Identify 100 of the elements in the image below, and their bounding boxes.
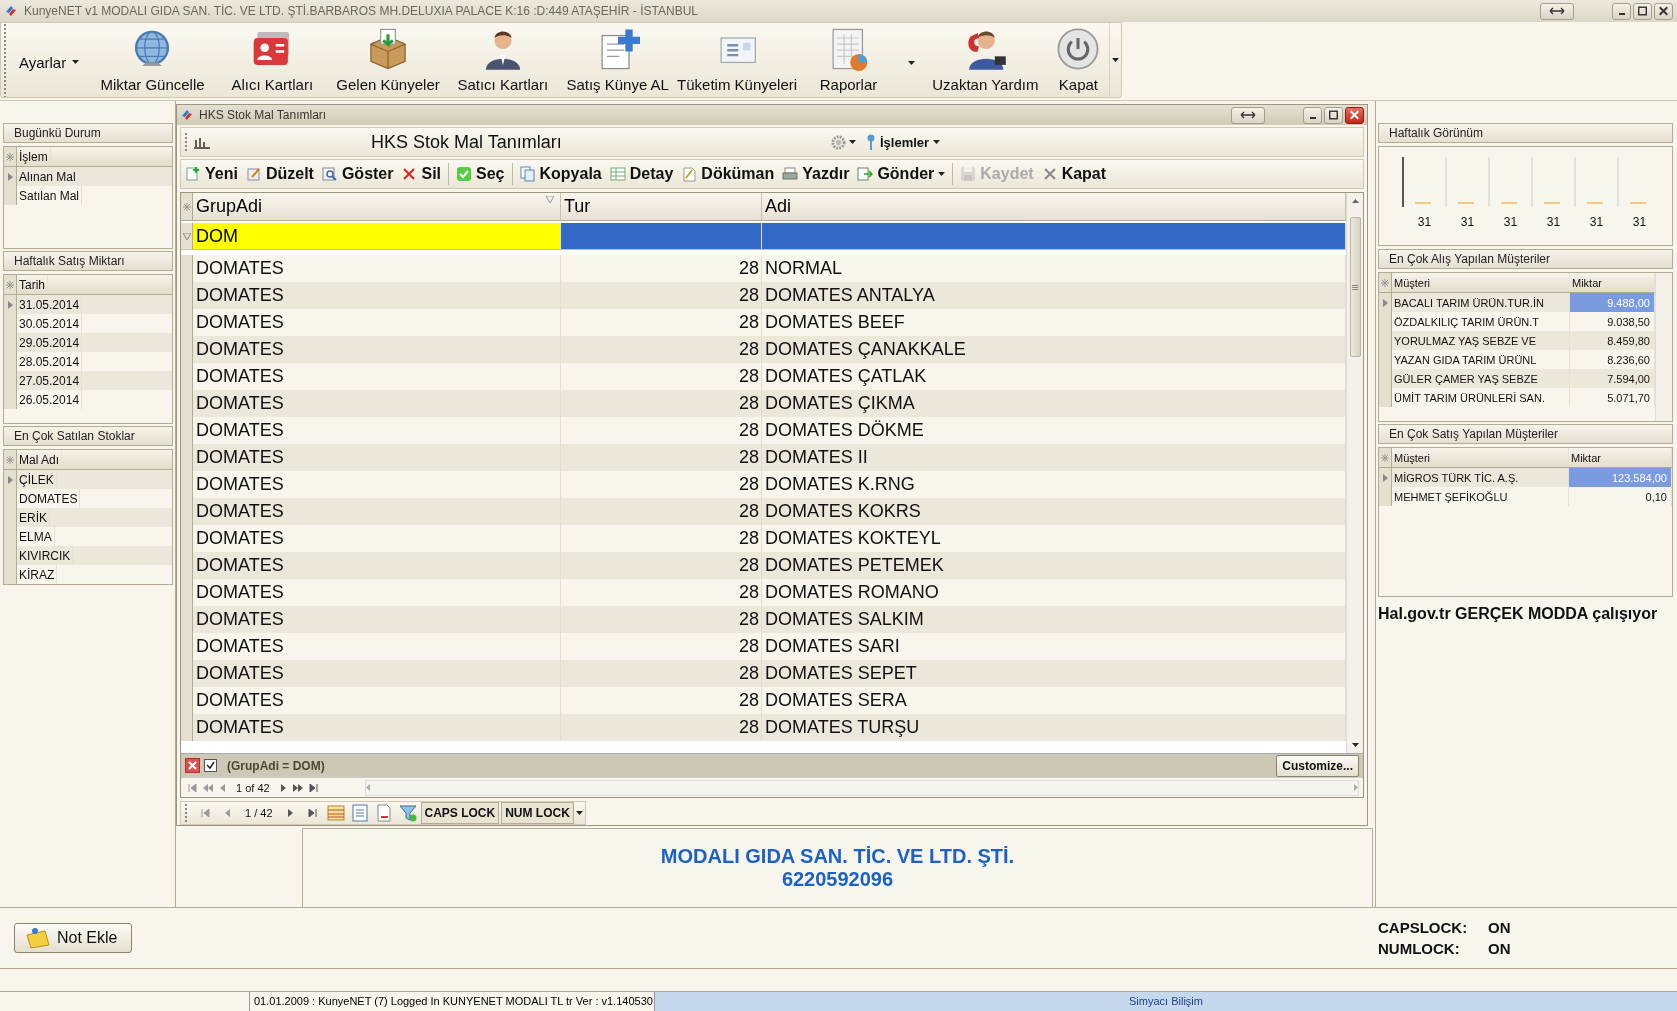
panel-header: En Çok Alış Yapılan Müşteriler [1378, 249, 1673, 269]
caret-icon [849, 140, 856, 144]
row-header[interactable] [181, 714, 193, 741]
minimize-button[interactable] [1303, 106, 1322, 124]
row-header[interactable] [1379, 293, 1392, 312]
table-cell: MEHMET ŞEFİKOĞLU [1392, 487, 1569, 506]
toolbar-button[interactable]: Uzaktan Yardım [923, 23, 1048, 97]
close-button[interactable] [1654, 2, 1673, 20]
first-record-icon [200, 809, 210, 817]
toolbar-button[interactable]: Sil [397, 165, 446, 183]
toolbar-button[interactable]: Düzelt [241, 165, 318, 183]
sql-icon [193, 135, 211, 149]
key-status: CAPS LOCK [420, 802, 500, 824]
asterisk-icon [182, 202, 191, 211]
toolbar-button[interactable]: Satıcı Kartları [447, 23, 559, 97]
maximize-button[interactable] [1324, 106, 1343, 124]
toolbar-button[interactable]: Alıcı Kartları [215, 23, 329, 97]
actions-menu[interactable]: İşlemler [866, 134, 941, 150]
panel-header: Bugünkü Durum [3, 123, 173, 143]
column-header[interactable]: Miktar [1569, 448, 1672, 467]
toolbar-button[interactable]: Göster [317, 165, 398, 183]
toolbar-button[interactable]: Detay [605, 165, 678, 183]
toolbar-button[interactable]: Döküman [677, 165, 779, 183]
row-pointer-icon [7, 475, 13, 484]
table-cell: 28 [561, 714, 762, 741]
filter-add-icon [398, 804, 417, 822]
column-header[interactable]: Müşteri [1392, 273, 1570, 292]
resize-button[interactable] [1231, 106, 1265, 124]
filter-field[interactable]: DOM [193, 223, 561, 249]
save-icon [960, 166, 977, 182]
gear-icon [831, 134, 846, 150]
filter-icon [546, 196, 554, 203]
row-header[interactable] [4, 295, 17, 314]
toolbar-button[interactable]: Kapat [1037, 165, 1111, 183]
close-icon [1041, 166, 1058, 182]
filter-checkbox[interactable] [204, 759, 217, 772]
window-title: HKS Stok Mal Tanımları [199, 108, 328, 122]
filter-field[interactable] [762, 223, 1346, 249]
filter-field[interactable] [561, 223, 762, 249]
row-header[interactable] [4, 167, 17, 186]
table-cell: DOMATES [193, 714, 561, 741]
row-header[interactable] [181, 255, 193, 282]
toolbar-button[interactable]: Yazdır [778, 165, 854, 183]
horizontal-scrollbar[interactable] [364, 779, 1359, 796]
close-button[interactable] [1345, 106, 1364, 124]
column-header[interactable]: Tarih [17, 275, 48, 294]
row-header[interactable] [4, 390, 17, 409]
toolbar-button[interactable]: Kopyala [515, 165, 606, 183]
column-header[interactable]: İşlem [17, 147, 51, 166]
settings-menu[interactable] [831, 134, 856, 150]
maximize-button[interactable] [1633, 2, 1652, 20]
toolbar-button[interactable]: Seç [452, 165, 509, 183]
delete-icon [401, 166, 418, 182]
scroll-up-icon [1351, 199, 1359, 203]
minimize-button[interactable] [1612, 2, 1631, 20]
column-header[interactable]: Müşteri [1392, 448, 1569, 467]
row-header[interactable] [1379, 468, 1392, 487]
company-phone: 6220592096 [781, 868, 894, 891]
toolbar-button[interactable]: Gönder [853, 165, 950, 183]
vertical-scrollbar[interactable] [1655, 273, 1672, 421]
customize-button[interactable]: Customize... [1276, 754, 1359, 777]
row-header[interactable] [4, 470, 17, 489]
resize-icon [1239, 110, 1257, 120]
panel-header: En Çok Satış Yapılan Müşteriler [1378, 424, 1673, 444]
toolbar-button[interactable]: Miktar Güncelle [89, 23, 216, 97]
status-value: ON [1488, 919, 1512, 936]
toolbar-button[interactable]: Tüketim Künyeleri [677, 23, 798, 97]
vertical-scrollbar[interactable] [1346, 193, 1363, 753]
settings-menu[interactable]: Ayarlar [8, 27, 90, 97]
toolbar-button[interactable]: Raporlar [797, 23, 900, 97]
axis-label: 31 [1459, 215, 1476, 229]
row-header[interactable] [4, 565, 17, 584]
app-logo-icon [180, 108, 194, 122]
panel-header: En Çok Satılan Stoklar [3, 426, 173, 446]
status-notice: Hal.gov.tr GERÇEK MODDA çalışıyor [1378, 605, 1659, 623]
toolbar-button[interactable]: Kapat [1047, 23, 1110, 97]
toolbar-button[interactable]: Satış Künye AL [558, 23, 678, 97]
column-header[interactable]: GrupAdi [193, 193, 561, 220]
toolbar-button[interactable]: Gelen Künyeler [328, 23, 448, 97]
row-header[interactable] [1379, 388, 1392, 407]
document-icon [681, 166, 698, 182]
status-label: CAPSLOCK: [1378, 919, 1469, 936]
table-cell: KİRAZ [17, 565, 58, 584]
column-header[interactable]: Tur [561, 193, 762, 220]
resize-icon [1548, 6, 1566, 16]
axis-label: 31 [1588, 215, 1605, 229]
pin-icon [866, 134, 876, 150]
table-cell: 26.05.2014 [17, 390, 83, 409]
clear-filter-button[interactable] [185, 758, 200, 773]
first-page-icon [188, 783, 197, 792]
row-header[interactable] [1379, 487, 1392, 506]
row-pointer-icon [1382, 298, 1388, 307]
copy-icon [519, 166, 536, 182]
row-header[interactable] [4, 186, 17, 205]
status-value: ON [1488, 940, 1512, 957]
resize-button[interactable] [1540, 2, 1574, 20]
toolbar-button[interactable]: Yeni [181, 165, 242, 183]
dropdown-caret-icon [575, 811, 583, 815]
add-note-button[interactable]: Not Ekle [14, 923, 133, 953]
window-title: KunyeNET v1 MODALI GIDA SAN. TİC. VE LTD. ŞTİ.BARBAROS MH.DELUXIA PALACE K:16 :D:449 ATAŞEHİR - İSTANBUL [24, 4, 699, 18]
